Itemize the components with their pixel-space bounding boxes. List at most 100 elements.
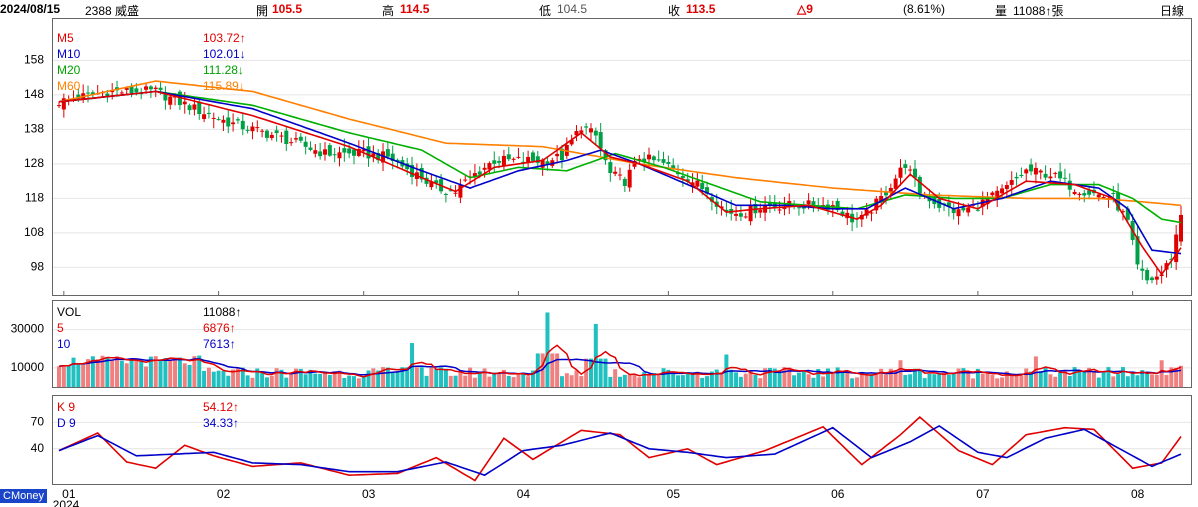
candle-body xyxy=(279,135,284,137)
volume-bar xyxy=(100,355,105,387)
volume-bar xyxy=(318,373,323,387)
volume-bar xyxy=(95,359,100,387)
volume-bar xyxy=(850,378,855,387)
candle-body xyxy=(1179,214,1183,242)
legend-ma10: M10 xyxy=(57,47,81,61)
volume-bar xyxy=(303,374,308,387)
candle-body xyxy=(1004,185,1009,189)
volume-bar xyxy=(366,370,371,387)
volume-bar xyxy=(550,353,555,387)
candle-body xyxy=(443,193,448,195)
volume-panel[interactable]: VOL 11088↑ 5 6876↑ 10 7613↑ xyxy=(52,300,1192,388)
candle-body xyxy=(264,130,269,138)
candle-body xyxy=(961,207,966,211)
close-label: 收 xyxy=(668,4,681,18)
volume-bar xyxy=(574,370,579,387)
volume-bar xyxy=(168,359,173,387)
candle-body xyxy=(463,179,468,181)
volume-bar xyxy=(206,367,211,387)
volume-bar xyxy=(477,372,482,387)
volume-bar xyxy=(516,373,521,387)
volume-bar xyxy=(269,375,274,387)
volume-bar xyxy=(883,374,888,387)
volume-bar xyxy=(327,374,332,387)
candle-body xyxy=(57,105,61,107)
candle-body xyxy=(1154,276,1159,280)
candle-body xyxy=(647,154,652,160)
volume-bar xyxy=(1067,375,1072,387)
candle-body xyxy=(1058,171,1063,179)
candle-body xyxy=(1082,193,1087,196)
candle-body xyxy=(588,128,593,133)
volume-bar xyxy=(714,369,719,387)
close-value: 113.5 xyxy=(686,2,716,16)
candle-body xyxy=(511,158,516,160)
volume-bar xyxy=(980,373,985,387)
candle-body xyxy=(153,87,158,90)
candle-body xyxy=(492,160,497,164)
volume-value: 11088↑張 xyxy=(1013,4,1064,18)
candle-body xyxy=(337,152,342,159)
volume-bar xyxy=(250,377,255,387)
volume-bar xyxy=(555,353,560,387)
kd-tick-label: 70 xyxy=(31,414,45,428)
candle-body xyxy=(956,209,961,217)
candle-body xyxy=(1096,194,1101,198)
candle-body xyxy=(453,192,458,194)
volume-bar xyxy=(1048,374,1053,387)
candle-body xyxy=(347,148,352,154)
volume-bar xyxy=(1082,370,1087,387)
volume-bar xyxy=(245,375,250,387)
legend-ma10-value: 102.01↓ xyxy=(203,47,246,61)
candle-body xyxy=(743,216,748,218)
candle-body xyxy=(796,207,801,209)
candle-body xyxy=(608,162,613,174)
volume-bar xyxy=(545,312,550,387)
volume-bar xyxy=(221,371,226,387)
volume-bar xyxy=(322,373,327,387)
volume-bar xyxy=(579,376,584,387)
candle-body xyxy=(1033,167,1038,175)
price-tick-label: 148 xyxy=(24,87,44,101)
volume-label: 量 xyxy=(995,4,1008,18)
candle-body xyxy=(1140,268,1145,271)
volume-bar xyxy=(414,367,419,387)
volume-bar xyxy=(719,372,724,387)
candle-body xyxy=(695,180,700,187)
volume-bar xyxy=(129,359,134,387)
volume-bar xyxy=(487,376,492,387)
volume-bar xyxy=(937,373,942,387)
legend-ma20-value: 111.28↓ xyxy=(203,63,244,77)
volume-bar xyxy=(163,358,168,387)
volume-bar xyxy=(347,375,352,387)
volume-bar xyxy=(187,364,192,387)
kd-panel[interactable]: K 9 54.12↑ D 9 34.33↑ xyxy=(52,395,1192,485)
candle-body xyxy=(516,156,521,158)
candle-body xyxy=(1038,170,1043,173)
volume-bar xyxy=(202,370,207,387)
volume-bar xyxy=(1130,371,1135,387)
candle-body xyxy=(308,147,313,150)
candle-body xyxy=(240,120,245,130)
legend-vol: VOL xyxy=(57,305,82,319)
legend-vol10: 10 xyxy=(57,337,71,351)
month-tick-label: 03 xyxy=(362,487,376,501)
candle-body xyxy=(293,138,298,140)
candle-body xyxy=(1043,173,1048,178)
candle-body xyxy=(908,169,913,171)
legend-k9-value: 54.12↑ xyxy=(203,400,240,414)
candle-body xyxy=(777,209,782,211)
volume-bar xyxy=(676,375,681,387)
candle-body xyxy=(627,169,632,188)
volume-bar xyxy=(951,373,956,387)
candle-body xyxy=(656,159,661,161)
candle-body xyxy=(202,114,207,120)
volume-bar xyxy=(177,357,182,387)
volume-bar xyxy=(342,377,347,387)
stock-name: 2388 威盛 xyxy=(85,4,140,18)
price-panel[interactable]: M5 103.72↑ M10 102.01↓ M20 111.28↓ M60 1… xyxy=(52,18,1192,296)
volume-bar xyxy=(492,373,497,387)
month-tick-label: 01 xyxy=(62,487,76,501)
volume-bar xyxy=(647,375,652,387)
volume-bar xyxy=(734,372,739,387)
